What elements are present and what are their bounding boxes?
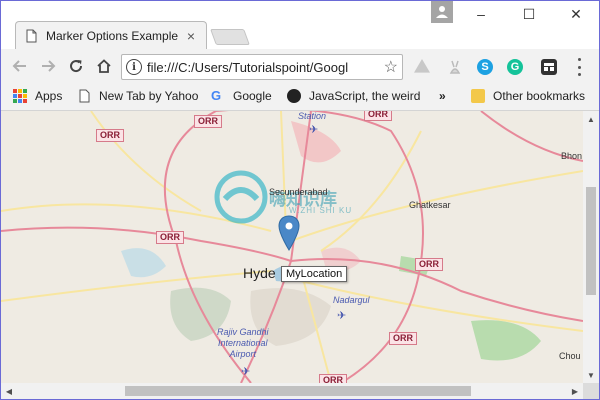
apps-icon — [13, 89, 27, 103]
reload-icon — [70, 60, 83, 73]
address-bar[interactable]: i file:///C:/Users/Tutorialspoint/Googl … — [121, 54, 403, 80]
grammarly-extension-icon[interactable]: G — [507, 59, 523, 75]
back-button[interactable] — [9, 56, 31, 76]
browser-window: Marker Options Example × – ☐ ✕ i file://… — [0, 0, 600, 400]
skype-extension-icon[interactable]: S — [477, 59, 493, 75]
tab-marker-options[interactable]: Marker Options Example × — [15, 21, 207, 49]
airport-icon: ✈ — [241, 366, 251, 378]
navigation-toolbar: i file:///C:/Users/Tutorialspoint/Googl … — [1, 49, 599, 83]
tab-strip: Marker Options Example × – ☐ ✕ — [1, 1, 599, 49]
horizontal-scrollbar[interactable]: ◀ ▶ — [1, 383, 599, 399]
vertical-scroll-thumb[interactable] — [586, 187, 596, 295]
place-label-hyderabad: Hyde — [243, 265, 276, 281]
bookmark-new-tab-yahoo[interactable]: New Tab by Yahoo — [77, 89, 198, 103]
forward-button[interactable] — [37, 56, 59, 76]
reload-button[interactable] — [65, 56, 87, 76]
folder-icon — [471, 89, 485, 103]
place-label-station: Station — [298, 111, 327, 121]
scroll-up-arrow-icon[interactable]: ▲ — [583, 111, 599, 127]
page-icon — [26, 29, 37, 42]
place-label-nadargul: Nadargul — [333, 295, 370, 305]
watermark-subtext: W.ZHI SHI KU — [289, 206, 353, 215]
highway-shield: ORR — [156, 231, 184, 244]
place-label-secunderabad: Secunderabad — [269, 187, 328, 197]
highway-shield: ORR — [415, 258, 443, 271]
bookmark-apps-label: Apps — [35, 89, 63, 103]
close-window-button[interactable]: ✕ — [564, 3, 588, 25]
tab-title: Marker Options Example — [46, 28, 179, 43]
bookmark-google[interactable]: G Google — [211, 88, 272, 104]
minimize-button[interactable]: – — [469, 3, 493, 25]
menu-dots-icon[interactable] — [575, 58, 583, 76]
place-label-airport: Rajiv Gandhi International Airport — [217, 327, 269, 359]
place-label-bhon: Bhon — [561, 151, 583, 161]
bookmark-label: Other bookmarks — [493, 89, 586, 103]
maximize-button[interactable]: ☐ — [517, 3, 541, 25]
javascript-site-icon — [287, 89, 301, 103]
marker-tooltip: MyLocation — [281, 266, 348, 282]
scrollbar-corner — [583, 383, 599, 399]
bookmark-other[interactable]: Other bookmarks — [471, 89, 585, 103]
vertical-scrollbar[interactable]: ▲ ▼ — [583, 111, 599, 383]
highway-shield: ORR — [319, 374, 347, 383]
bookmarks-overflow-button[interactable]: » — [439, 89, 446, 103]
bookmark-label: New Tab by Yahoo — [99, 89, 199, 103]
url-text[interactable]: file:///C:/Users/Tutorialspoint/Googl — [147, 60, 380, 75]
person-icon — [436, 6, 448, 18]
scroll-left-arrow-icon[interactable]: ◀ — [1, 383, 17, 399]
bookmark-label: Google — [233, 89, 272, 103]
place-label-chou: Chou — [559, 351, 581, 361]
rabbit-extension-icon[interactable] — [447, 59, 463, 75]
airport-icon: ✈ — [309, 124, 319, 136]
back-arrow-icon — [12, 60, 26, 72]
profile-button[interactable] — [431, 1, 453, 23]
new-tab-button[interactable] — [210, 29, 250, 45]
horizontal-scroll-thumb[interactable] — [125, 386, 471, 396]
bookmarks-bar: Apps New Tab by Yahoo G Google JavaScrip… — [1, 83, 599, 111]
bookmark-apps[interactable]: Apps — [13, 89, 62, 103]
bookmark-javascript-weird[interactable]: JavaScript, the weird — [287, 89, 420, 103]
home-button[interactable] — [93, 56, 115, 76]
highway-shield: ORR — [389, 332, 417, 345]
highway-shield: ORR — [96, 129, 124, 142]
info-icon[interactable]: i — [126, 59, 142, 75]
scroll-right-arrow-icon[interactable]: ▶ — [567, 383, 583, 399]
scroll-down-arrow-icon[interactable]: ▼ — [583, 367, 599, 383]
page-icon — [79, 89, 90, 103]
forward-arrow-icon — [42, 60, 56, 72]
map-canvas[interactable]: 嗨知识库 W.ZHI SHI KU Station Secunderabad G… — [1, 111, 583, 383]
tab-manager-extension-icon[interactable] — [541, 59, 557, 75]
star-icon[interactable]: ☆ — [384, 57, 398, 77]
drive-extension-icon[interactable] — [414, 59, 430, 73]
google-icon: G — [211, 88, 222, 103]
place-label-ghatkesar: Ghatkesar — [409, 200, 451, 210]
tab-close-icon[interactable]: × — [184, 28, 198, 44]
bookmark-label: JavaScript, the weird — [309, 89, 421, 103]
home-icon — [97, 59, 111, 73]
airport-icon: ✈ — [337, 310, 347, 322]
highway-shield: ORR — [364, 111, 392, 121]
highway-shield: ORR — [194, 115, 222, 128]
